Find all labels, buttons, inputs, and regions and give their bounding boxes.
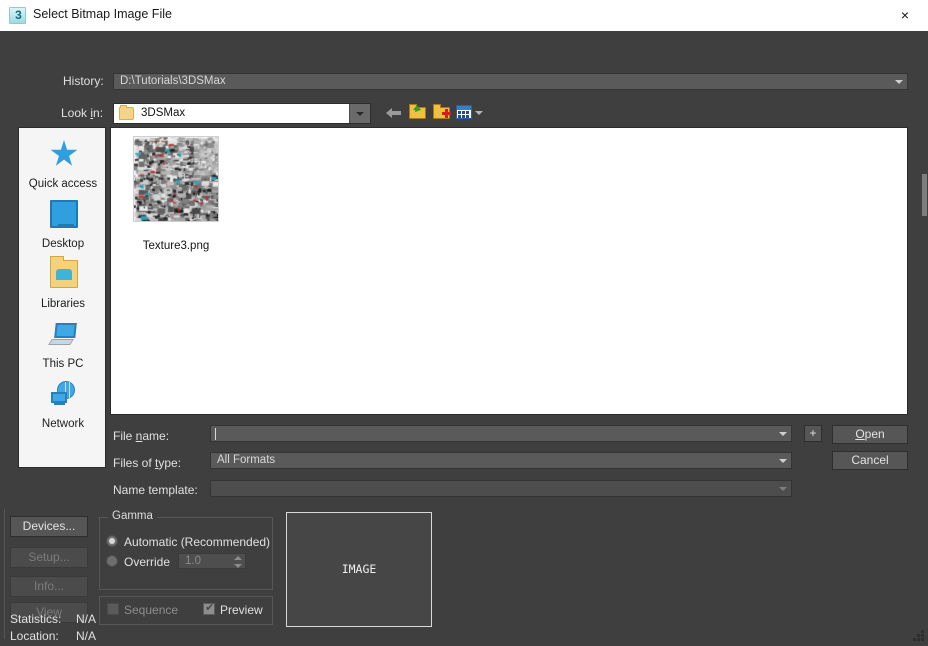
panel-divider <box>4 509 5 639</box>
history-value: D:\Tutorials\3DSMax <box>120 75 226 87</box>
back-icon[interactable] <box>386 107 401 119</box>
statistics-value: N/A <box>76 612 97 626</box>
desktop-monitor-icon <box>50 200 78 228</box>
sidebar-item-this-pc[interactable]: This PC <box>19 314 107 372</box>
app-icon-glyph: 3 <box>15 8 22 22</box>
sequence-label: Sequence <box>124 603 179 617</box>
quick-access-star-icon <box>50 140 78 166</box>
gamma-override-value: 1.0 <box>185 555 201 567</box>
files-of-type-value: All Formats <box>217 454 276 466</box>
gamma-override-value-stepper[interactable]: 1.0 <box>178 553 246 569</box>
libraries-folder-icon <box>50 256 78 288</box>
folder-icon <box>119 105 134 120</box>
statistics-label: Statistics: <box>10 612 62 626</box>
look-in-combobox[interactable]: 3DSMax <box>113 103 371 124</box>
sequence-checkbox <box>107 603 119 615</box>
image-preview-box: IMAGE <box>286 512 432 627</box>
chevron-down-icon[interactable] <box>779 432 787 436</box>
window-title: Select Bitmap Image File <box>33 7 172 21</box>
file-name-label: Texture3.png <box>142 240 210 252</box>
sidebar-item-network[interactable]: Network <box>19 374 107 432</box>
chevron-down-icon[interactable] <box>895 80 903 84</box>
3ds-max-icon: 3 <box>9 7 26 24</box>
sidebar-item-label: Network <box>41 418 85 430</box>
places-sidebar: Quick access Desktop Libraries This PC N… <box>18 127 106 468</box>
text-caret <box>215 428 216 440</box>
file-name-input[interactable] <box>210 425 792 442</box>
gamma-group-title: Gamma <box>108 510 157 522</box>
history-label: History: <box>63 74 104 88</box>
gamma-override-radio[interactable] <box>106 555 118 567</box>
file-list-scrollbar[interactable] <box>922 174 927 216</box>
history-combobox[interactable]: D:\Tutorials\3DSMax <box>113 73 908 90</box>
look-in-label: Look in: <box>61 106 104 120</box>
gamma-override-label: Override <box>124 555 171 569</box>
network-globe-icon <box>50 380 78 408</box>
sidebar-item-label: Desktop <box>41 238 85 250</box>
sidebar-item-label: This PC <box>42 358 84 370</box>
file-list[interactable]: Texture3.png <box>110 127 908 415</box>
dialog-body: History: D:\Tutorials\3DSMax Look in: 3D… <box>0 31 928 646</box>
title-bar: 3 Select Bitmap Image File × <box>0 0 928 32</box>
views-dropdown-icon[interactable] <box>475 111 483 115</box>
close-icon[interactable]: × <box>882 0 928 30</box>
gamma-automatic-radio[interactable] <box>106 535 118 547</box>
cancel-button[interactable]: Cancel <box>832 451 908 470</box>
chevron-down-icon[interactable] <box>779 459 787 463</box>
devices-button[interactable]: Devices... <box>10 516 88 537</box>
gamma-automatic-label: Automatic (Recommended) <box>124 535 271 549</box>
resize-grip-icon[interactable] <box>912 630 924 642</box>
location-value: N/A <box>76 629 97 643</box>
look-in-value: 3DSMax <box>141 107 186 119</box>
texture-map-thumbnail <box>133 136 219 222</box>
location-label: Location: <box>10 629 59 643</box>
info-button: Info... <box>10 576 88 597</box>
up-one-level-icon[interactable] <box>409 104 427 120</box>
views-icon[interactable] <box>456 105 472 119</box>
setup-button: Setup... <box>10 547 88 568</box>
chevron-down-icon[interactable] <box>779 487 787 491</box>
list-item[interactable]: Texture3.png <box>121 134 231 254</box>
files-of-type-combobox[interactable]: All Formats <box>210 452 792 469</box>
this-pc-computer-icon <box>48 320 78 348</box>
image-preview-placeholder: IMAGE <box>341 562 377 576</box>
sidebar-item-label: Quick access <box>28 178 98 190</box>
open-button[interactable]: Open <box>832 425 908 444</box>
file-name-label-text: File name: <box>113 429 170 443</box>
create-new-folder-icon[interactable] <box>433 104 451 120</box>
sidebar-item-libraries[interactable]: Libraries <box>19 254 107 312</box>
stepper-arrows-icon[interactable] <box>234 556 242 568</box>
name-template-combobox[interactable] <box>210 480 792 497</box>
sidebar-item-desktop[interactable]: Desktop <box>19 194 107 252</box>
add-path-button[interactable]: + <box>804 425 822 442</box>
look-in-dropdown-button[interactable] <box>349 104 370 123</box>
files-of-type-label: Files of type: <box>113 456 182 470</box>
chevron-down-icon <box>356 112 364 116</box>
preview-label: Preview <box>220 603 263 617</box>
name-template-label: Name template: <box>113 483 198 497</box>
sidebar-item-quick-access[interactable]: Quick access <box>19 134 107 192</box>
preview-checkbox[interactable] <box>203 601 215 615</box>
sidebar-item-label: Libraries <box>40 298 86 310</box>
